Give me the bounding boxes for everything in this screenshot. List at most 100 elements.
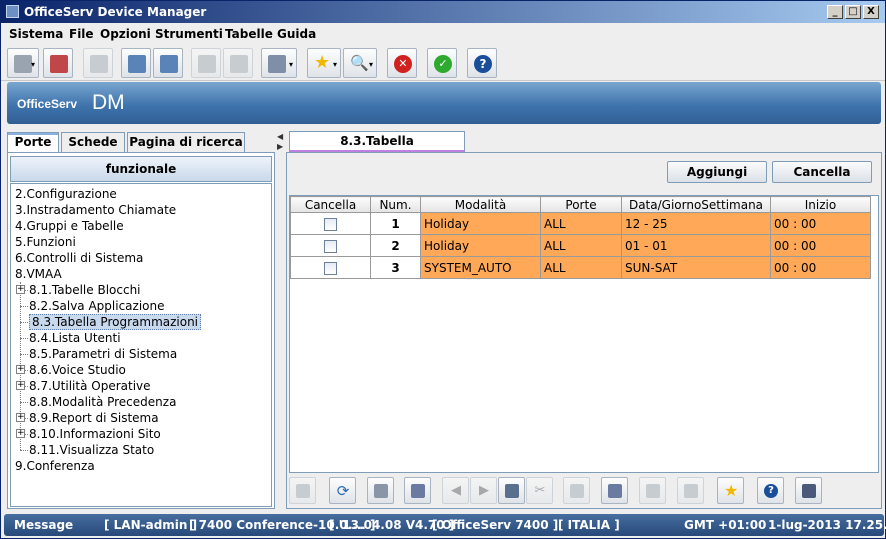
table-row[interactable]: 1 Holiday ALL 12 - 25 00 : 00 bbox=[290, 212, 871, 235]
download-button[interactable] bbox=[153, 48, 183, 78]
tab-pagina-di-ricerca[interactable]: Pagina di ricerca bbox=[127, 132, 245, 152]
menu-strumenti[interactable]: Strumenti bbox=[155, 27, 223, 41]
tree-connector bbox=[20, 402, 28, 403]
mode-cell[interactable]: Holiday bbox=[420, 212, 541, 235]
expand-icon[interactable]: + bbox=[16, 365, 25, 374]
ok-button[interactable]: ✓ bbox=[427, 48, 457, 78]
column-header[interactable]: Porte bbox=[540, 196, 622, 213]
expand-icon[interactable]: + bbox=[16, 381, 25, 390]
config-button[interactable]: ▾ bbox=[261, 48, 297, 78]
tree-item[interactable]: 6.Controlli di Sistema bbox=[15, 250, 143, 266]
upload-button[interactable] bbox=[121, 48, 151, 78]
exit-button[interactable] bbox=[795, 477, 822, 504]
print-preview-button[interactable] bbox=[404, 477, 431, 504]
menu-file[interactable]: File bbox=[69, 27, 94, 41]
tree-item[interactable]: 8.2.Salva Applicazione bbox=[29, 298, 165, 314]
prev-button[interactable]: ◀ bbox=[442, 477, 469, 504]
search-button[interactable]: 🔍 ▾ bbox=[343, 48, 377, 78]
tree-header[interactable]: funzionale bbox=[10, 156, 272, 182]
tab-tabella-programmazioni[interactable]: 8.3.Tabella Programmazioni bbox=[289, 131, 465, 167]
save-button[interactable] bbox=[289, 477, 316, 504]
split-divider[interactable]: ◀ ▶ bbox=[277, 130, 284, 510]
delete-checkbox[interactable] bbox=[324, 239, 337, 253]
list-button[interactable] bbox=[498, 477, 525, 504]
help-button[interactable]: ? bbox=[467, 48, 497, 78]
disabled-button[interactable] bbox=[191, 48, 221, 78]
tree-item[interactable]: 8.1.Tabelle Blocchi bbox=[29, 282, 141, 298]
start-cell[interactable]: 00 : 00 bbox=[770, 234, 871, 257]
help-icon: ? bbox=[474, 55, 492, 73]
disabled-button[interactable] bbox=[83, 48, 113, 78]
dropdown-arrow-icon: ▾ bbox=[332, 60, 337, 69]
refresh-button[interactable]: ⟳ bbox=[329, 477, 356, 504]
tree-item[interactable]: 8.7.Utilità Operative bbox=[29, 378, 151, 394]
tree-item[interactable]: 5.Funzioni bbox=[15, 234, 76, 250]
cut-button[interactable]: ✂ bbox=[526, 477, 553, 504]
column-header[interactable]: Cancella bbox=[290, 196, 371, 213]
tree-item[interactable]: 2.Configurazione bbox=[15, 186, 117, 202]
next-button[interactable]: ▶ bbox=[470, 477, 497, 504]
maximize-button[interactable]: □ bbox=[845, 5, 861, 19]
tree-item[interactable]: 4.Gruppi e Tabelle bbox=[15, 218, 124, 234]
date-cell[interactable]: SUN-SAT bbox=[621, 256, 771, 279]
print-button[interactable] bbox=[367, 477, 394, 504]
table-row[interactable]: 2 Holiday ALL 01 - 01 00 : 00 bbox=[290, 234, 871, 257]
tab-porte[interactable]: Porte bbox=[7, 132, 59, 153]
close-button[interactable]: X bbox=[863, 5, 879, 19]
delete-button[interactable]: Cancella bbox=[772, 161, 872, 183]
ports-cell[interactable]: ALL bbox=[540, 256, 622, 279]
mode-cell[interactable]: SYSTEM_AUTO bbox=[420, 256, 541, 279]
menu-sistema[interactable]: Sistema bbox=[9, 27, 63, 41]
disabled-button[interactable] bbox=[223, 48, 253, 78]
menu-tabelle[interactable]: Tabelle bbox=[225, 27, 273, 41]
tree-item[interactable]: 8.VMAA bbox=[15, 266, 62, 282]
expand-icon[interactable]: + bbox=[16, 429, 25, 438]
delete-checkbox[interactable] bbox=[324, 261, 337, 275]
start-cell[interactable]: 00 : 00 bbox=[770, 256, 871, 279]
tree-item[interactable]: 8.3.Tabella Programmazioni bbox=[29, 314, 202, 330]
date-cell[interactable]: 12 - 25 bbox=[621, 212, 771, 235]
ports-cell[interactable]: ALL bbox=[540, 234, 622, 257]
tree-item[interactable]: 8.5.Parametri di Sistema bbox=[29, 346, 177, 362]
minimize-button[interactable]: _ bbox=[827, 5, 843, 19]
collapse-left-icon[interactable]: ◀ bbox=[277, 132, 283, 141]
tree-item[interactable]: 3.Instradamento Chiamate bbox=[15, 202, 176, 218]
num-cell: 2 bbox=[370, 234, 421, 257]
exit-button[interactable]: ▾ bbox=[7, 48, 39, 78]
mode-cell[interactable]: Holiday bbox=[420, 234, 541, 257]
column-header[interactable]: Inizio bbox=[770, 196, 871, 213]
tree-item[interactable]: 9.Conferenza bbox=[15, 458, 95, 474]
expand-icon[interactable]: + bbox=[16, 285, 25, 294]
tab-schede[interactable]: Schede bbox=[61, 132, 125, 152]
column-header[interactable]: Num. bbox=[370, 196, 421, 213]
column-header[interactable]: Data/GiornoSettimana bbox=[621, 196, 771, 213]
paste-button[interactable] bbox=[639, 477, 666, 504]
start-cell[interactable]: 00 : 00 bbox=[770, 212, 871, 235]
tree-item[interactable]: 8.4.Lista Utenti bbox=[29, 330, 121, 346]
disabled-icon bbox=[90, 55, 108, 73]
table-row[interactable]: 3 SYSTEM_AUTO ALL SUN-SAT 00 : 00 bbox=[290, 256, 871, 279]
delete-checkbox[interactable] bbox=[324, 217, 337, 231]
export-button[interactable] bbox=[677, 477, 704, 504]
tree-item[interactable]: 8.9.Report di Sistema bbox=[29, 410, 159, 426]
date-cell[interactable]: 01 - 01 bbox=[621, 234, 771, 257]
tree-item[interactable]: 8.10.Informazioni Sito bbox=[29, 426, 161, 442]
favorite-button[interactable]: ★ ▾ bbox=[307, 48, 341, 78]
menu-guida[interactable]: Guida bbox=[277, 27, 316, 41]
tree-item[interactable]: 8.8.Modalità Precedenza bbox=[29, 394, 176, 410]
help-button[interactable]: ? bbox=[757, 477, 784, 504]
ports-cell[interactable]: ALL bbox=[540, 212, 622, 235]
favorite-button[interactable]: ★ bbox=[717, 477, 744, 504]
find-button[interactable] bbox=[601, 477, 628, 504]
column-header[interactable]: Modalità bbox=[420, 196, 541, 213]
product-banner: OfficeServ DM bbox=[7, 82, 881, 124]
tree-item[interactable]: 8.11.Visualizza Stato bbox=[29, 442, 154, 458]
menu-opzioni[interactable]: Opzioni bbox=[100, 27, 151, 41]
tree-item[interactable]: 8.6.Voice Studio bbox=[29, 362, 126, 378]
expand-icon[interactable]: + bbox=[16, 413, 25, 422]
copy-button[interactable] bbox=[563, 477, 590, 504]
logout-button[interactable] bbox=[43, 48, 73, 78]
collapse-right-icon[interactable]: ▶ bbox=[277, 142, 283, 151]
add-button[interactable]: Aggiungi bbox=[667, 161, 767, 183]
stop-button[interactable]: ✕ bbox=[387, 48, 417, 78]
